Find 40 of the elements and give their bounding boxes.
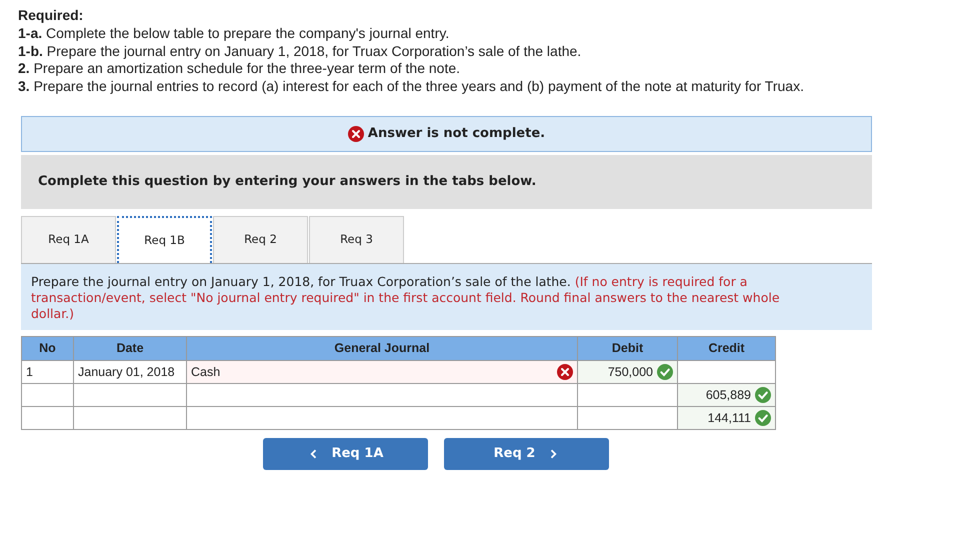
cell-text: 144,111 bbox=[708, 410, 751, 427]
table-cell[interactable]: Cash bbox=[186, 360, 578, 384]
instruction-text: Prepare the journal entry on January 1, 2018, for Truax Corporation’s sale of the lathe. (If no entry is required for a transaction/event, select "No journal entry required" in the first account field. Round final answers to the nearest whole dollar.) bbox=[31, 274, 781, 322]
column-header: Debit bbox=[578, 336, 678, 360]
banner-text: Complete this question by entering your answers in the tabs below. bbox=[38, 173, 536, 192]
column-header: No bbox=[22, 336, 74, 360]
cell-text: January 01, 2018 bbox=[78, 364, 175, 381]
required-heading: Required: bbox=[18, 7, 84, 25]
cell-text: Cash bbox=[191, 364, 220, 381]
table-cell[interactable] bbox=[186, 383, 578, 406]
check-icon bbox=[657, 364, 673, 380]
requirement-text: 2. Prepare an amortization schedule for the three-year term of the note. bbox=[18, 60, 462, 78]
tab[interactable]: Req 1A bbox=[21, 216, 116, 263]
table-cell[interactable]: 144,111 bbox=[678, 406, 776, 430]
column-header: General Journal bbox=[186, 336, 578, 360]
table-cell bbox=[22, 406, 74, 430]
table-cell[interactable]: 750,000 bbox=[578, 360, 678, 384]
requirement-text: 1-a. Complete the below table to prepare the company's journal entry. bbox=[18, 24, 450, 43]
nav-button[interactable]: Req 2 bbox=[444, 438, 609, 470]
table-cell[interactable] bbox=[678, 360, 776, 384]
error-icon bbox=[348, 126, 364, 142]
tab[interactable]: Req 2 bbox=[213, 216, 308, 263]
cell-text: 605,889 bbox=[706, 386, 751, 404]
cell-text: 750,000 bbox=[608, 364, 653, 381]
nav-button[interactable]: Req 1A bbox=[263, 438, 428, 470]
check-icon bbox=[755, 410, 771, 426]
tab[interactable]: Req 1B bbox=[117, 216, 212, 263]
tab[interactable]: Req 3 bbox=[309, 216, 404, 263]
status-text: Answer is not complete. bbox=[368, 125, 546, 144]
table-cell[interactable] bbox=[186, 406, 578, 430]
table-cell[interactable] bbox=[578, 406, 678, 430]
column-header: Credit bbox=[678, 336, 776, 360]
column-header: Date bbox=[74, 336, 186, 360]
error-icon bbox=[557, 364, 573, 380]
table-cell[interactable]: 605,889 bbox=[678, 383, 776, 406]
cell-text: 1 bbox=[26, 364, 33, 381]
check-icon bbox=[755, 386, 771, 403]
requirement-text: 1-b. Prepare the journal entry on January 1, 2018, for Truax Corporation’s sale of the lathe. bbox=[18, 42, 582, 60]
requirement-text: 3. Prepare the journal entries to record (a) interest for each of the three years and (b) payment of the note at maturity for Truax. bbox=[18, 78, 805, 96]
table-cell[interactable] bbox=[578, 383, 678, 406]
